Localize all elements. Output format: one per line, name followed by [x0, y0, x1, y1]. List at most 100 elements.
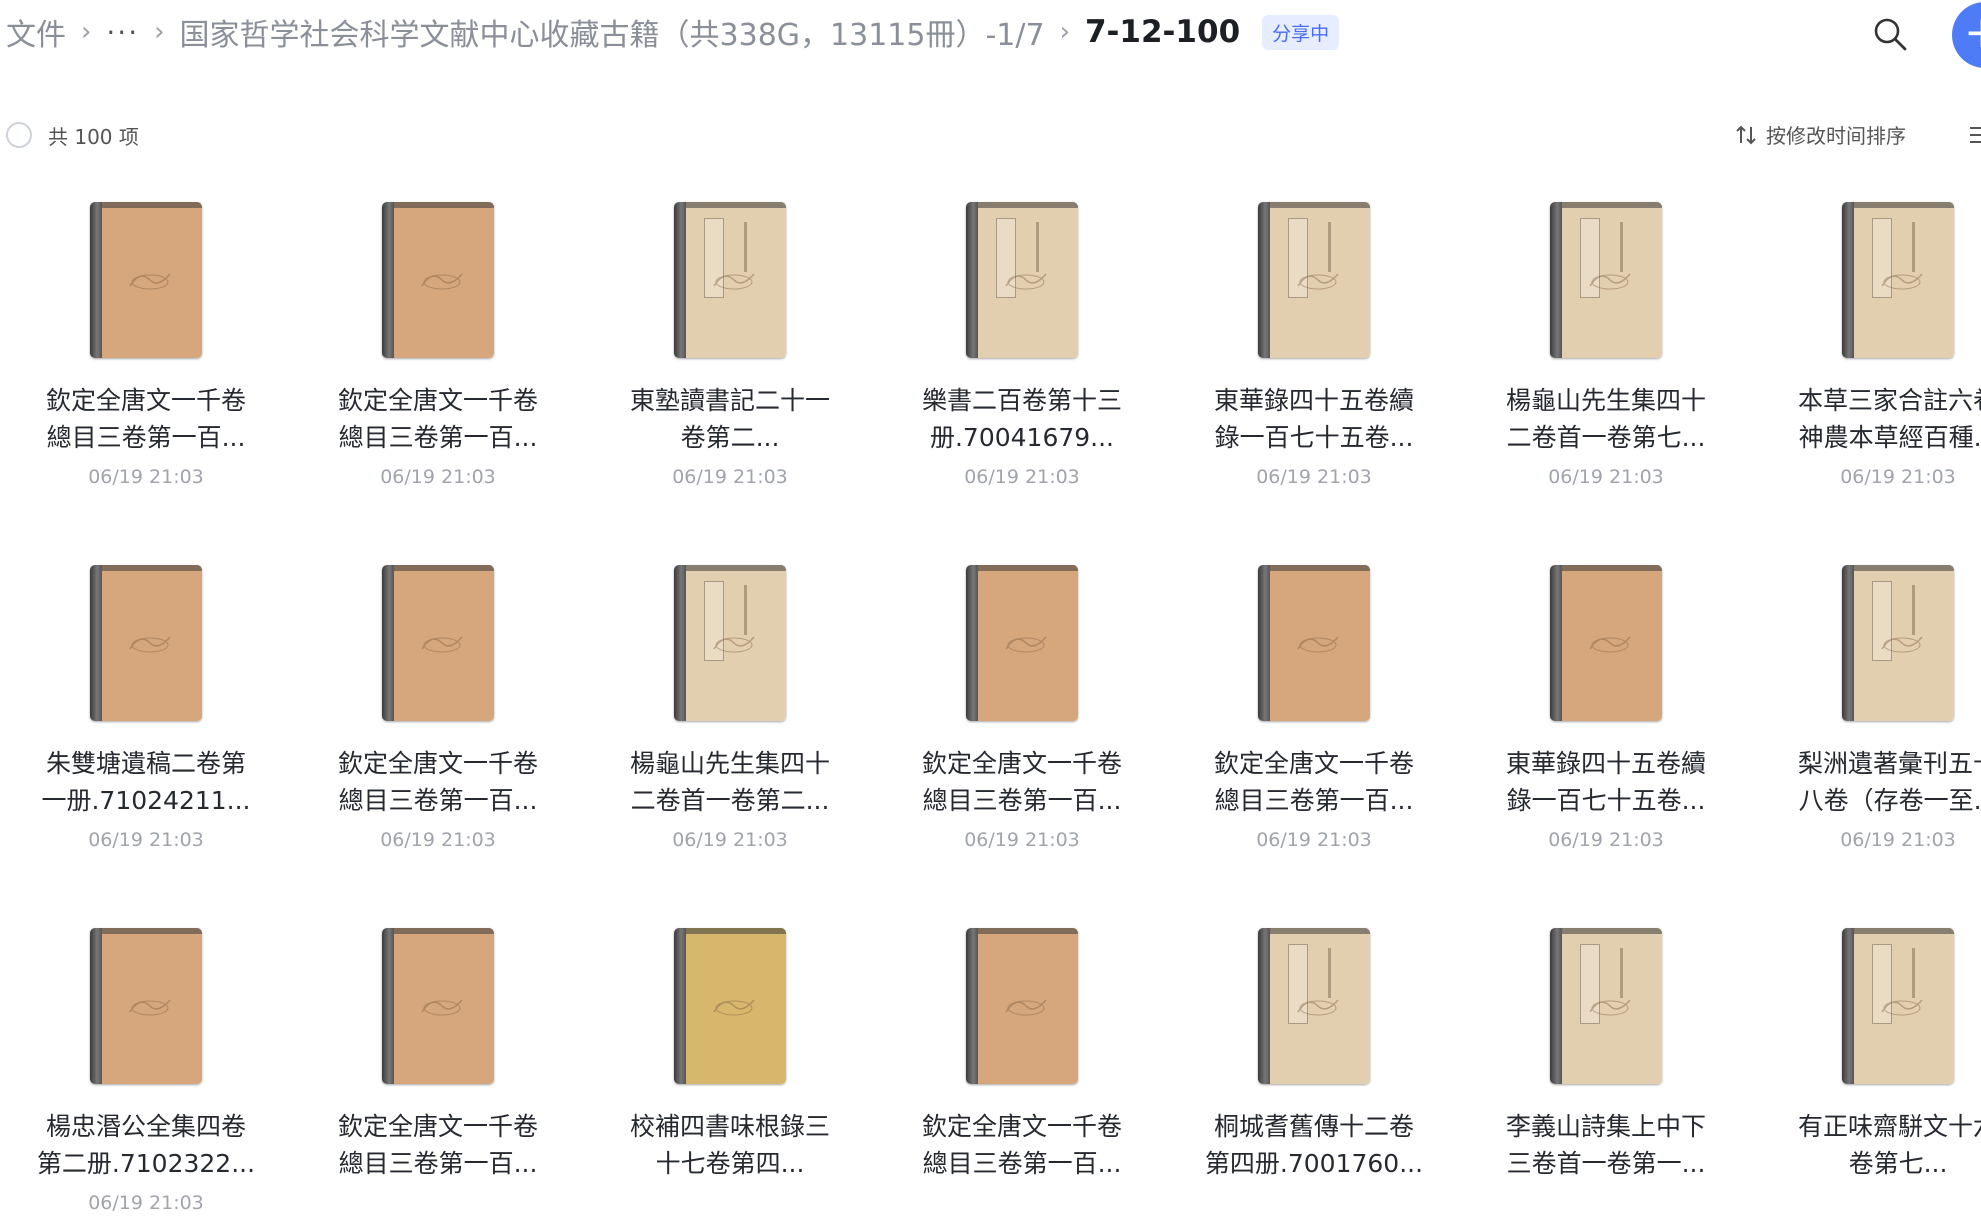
file-name-line: 欽定全唐文一千卷 [921, 749, 1122, 778]
file-name: 欽定全唐文一千卷 總目三卷第一百... [1168, 745, 1460, 819]
file-card[interactable]: 楊龜山先生集四十 二卷首一卷第七... 06/19 21:03 [1460, 196, 1752, 496]
file-card[interactable]: 朱雙塘遺稿二卷第 一册.71024211... 06/19 21:03 [0, 559, 292, 859]
file-card[interactable]: 楊忠湣公全集四卷 第二册.7102322... 06/19 21:03 [0, 922, 292, 1222]
file-name-line: 錄一百七十五卷... [1506, 786, 1706, 815]
file-name-line: 總目三卷第一百... [338, 786, 538, 815]
book-cover-thumbnail [966, 928, 1078, 1084]
file-name-line: 錄一百七十五卷... [1214, 423, 1414, 452]
book-cover-thumbnail [1842, 202, 1954, 358]
modified-time: 06/19 21:03 [1548, 829, 1664, 851]
breadcrumb-ellipsis[interactable]: ··· [106, 16, 139, 49]
book-cover-thumbnail [674, 202, 786, 358]
file-card[interactable]: 欽定全唐文一千卷 總目三卷第一百... 06/19 21:03 [876, 559, 1168, 859]
file-name-line: 第二册.7102322... [36, 1149, 256, 1178]
list-view-icon[interactable] [1968, 124, 1981, 146]
file-name-line: 東華錄四十五卷續 [1505, 749, 1706, 778]
file-name-line: 梨洲遺著彙刊五十 [1797, 749, 1981, 778]
book-cover-thumbnail [90, 202, 202, 358]
file-name-line: 欽定全唐文一千卷 [337, 386, 538, 415]
file-card[interactable]: 梨洲遺著彙刊五十 八卷（存卷一至... 06/19 21:03 [1752, 559, 1981, 859]
file-name-line: 總目三卷第一百... [1214, 786, 1414, 815]
file-name: 楊龜山先生集四十 二卷首一卷第七... [1460, 382, 1752, 456]
file-card[interactable]: 東華錄四十五卷續 錄一百七十五卷... 06/19 21:03 [1168, 196, 1460, 496]
book-cover-thumbnail [1550, 565, 1662, 721]
total-count: 共 100 项 [48, 125, 139, 149]
sort-button[interactable]: 按修改时间排序 [1734, 120, 1906, 149]
breadcrumb-parent[interactable]: 国家哲学社会科学文献中心收藏古籍（共338G，13115冊）-1/7 [180, 10, 1045, 54]
file-card[interactable]: 欽定全唐文一千卷 總目三卷第一百... 06/19 21:03 [292, 559, 584, 859]
book-cover-thumbnail [382, 565, 494, 721]
file-card[interactable]: 李義山詩集上中下 三卷首一卷第一... [1460, 922, 1752, 1222]
file-name: 樂書二百卷第十三 册.70041679... [876, 382, 1168, 456]
file-card[interactable]: 本草三家合註六卷 神農本草經百種... 06/19 21:03 [1752, 196, 1981, 496]
file-name-line: 有正味齋駢文十六 [1797, 1112, 1981, 1141]
add-button[interactable]: + [1952, 2, 1981, 68]
file-name-line: 樂書二百卷第十三 [921, 386, 1122, 415]
file-name: 欽定全唐文一千卷 總目三卷第一百... [0, 382, 292, 456]
file-name-line: 三卷首一卷第一... [1506, 1149, 1706, 1178]
book-cover-thumbnail [1842, 565, 1954, 721]
file-card[interactable]: 桐城耆舊傳十二卷 第四册.7001760... [1168, 922, 1460, 1222]
file-name: 本草三家合註六卷 神農本草經百種... [1752, 382, 1981, 456]
file-name-line: 總目三卷第一百... [46, 423, 246, 452]
book-cover-thumbnail [1258, 565, 1370, 721]
file-card[interactable]: 欽定全唐文一千卷 總目三卷第一百... [292, 922, 584, 1222]
file-name-line: 東塾讀書記二十一 [629, 386, 830, 415]
file-name-line: 李義山詩集上中下 [1505, 1112, 1706, 1141]
modified-time: 06/19 21:03 [1256, 829, 1372, 851]
chevron-right-icon: › [81, 17, 92, 47]
file-card[interactable]: 有正味齋駢文十六卷第七... [1752, 922, 1981, 1222]
file-card[interactable]: 楊龜山先生集四十 二卷首一卷第二... 06/19 21:03 [584, 559, 876, 859]
modified-time: 06/19 21:03 [1548, 466, 1664, 488]
file-name: 東華錄四十五卷續 錄一百七十五卷... [1168, 382, 1460, 456]
sort-arrows-icon [1736, 125, 1756, 144]
modified-time: 06/19 21:03 [88, 1192, 204, 1214]
file-card[interactable]: 欽定全唐文一千卷 總目三卷第一百... 06/19 21:03 [1168, 559, 1460, 859]
file-name: 校補四書味根錄三 十七卷第四... [584, 1108, 876, 1182]
file-name: 桐城耆舊傳十二卷 第四册.7001760... [1168, 1108, 1460, 1182]
book-cover-thumbnail [382, 202, 494, 358]
file-name-line: 總目三卷第一百... [922, 786, 1122, 815]
file-card[interactable]: 欽定全唐文一千卷 總目三卷第一百... 06/19 21:03 [0, 196, 292, 496]
file-name-line: 欽定全唐文一千卷 [1213, 749, 1414, 778]
top-bar: 文件 › ··· › 国家哲学社会科学文献中心收藏古籍（共338G，13115冊… [0, 0, 1981, 68]
file-name-line: 二卷首一卷第二... [630, 786, 830, 815]
file-name-line: 欽定全唐文一千卷 [45, 386, 246, 415]
file-card[interactable]: 欽定全唐文一千卷 總目三卷第一百... [876, 922, 1168, 1222]
file-name-line: 楊忠湣公全集四卷 [45, 1112, 246, 1141]
search-icon[interactable] [1872, 16, 1908, 52]
file-card[interactable]: 校補四書味根錄三 十七卷第四... [584, 922, 876, 1222]
file-name-line: 欽定全唐文一千卷 [337, 1112, 538, 1141]
file-name: 欽定全唐文一千卷 總目三卷第一百... [876, 745, 1168, 819]
chevron-right-icon: › [1059, 17, 1070, 47]
file-name-line: 東華錄四十五卷續 [1213, 386, 1414, 415]
breadcrumb: 文件 › ··· › 国家哲学社会科学文献中心收藏古籍（共338G，13115冊… [6, 10, 1340, 54]
file-name-line: 卷第七... [1848, 1149, 1948, 1178]
file-card[interactable]: 欽定全唐文一千卷 總目三卷第一百... 06/19 21:03 [292, 196, 584, 496]
file-name-line: 楊龜山先生集四十 [1505, 386, 1706, 415]
modified-time: 06/19 21:03 [88, 466, 204, 488]
modified-time: 06/19 21:03 [1840, 829, 1956, 851]
file-name-line: 桐城耆舊傳十二卷 [1213, 1112, 1414, 1141]
file-name: 楊忠湣公全集四卷 第二册.7102322... [0, 1108, 292, 1182]
book-cover-thumbnail [1842, 928, 1954, 1084]
file-card[interactable]: 東塾讀書記二十一 卷第二... 06/19 21:03 [584, 196, 876, 496]
sort-label: 按修改时间排序 [1766, 124, 1906, 148]
select-all-checkbox[interactable] [6, 122, 32, 148]
book-cover-thumbnail [90, 565, 202, 721]
file-name-line: 總目三卷第一百... [922, 1149, 1122, 1178]
file-name: 梨洲遺著彙刊五十 八卷（存卷一至... [1752, 745, 1981, 819]
breadcrumb-root[interactable]: 文件 [6, 10, 66, 54]
book-cover-thumbnail [90, 928, 202, 1084]
file-card[interactable]: 東華錄四十五卷續 錄一百七十五卷... 06/19 21:03 [1460, 559, 1752, 859]
breadcrumb-current: 7-12-100 [1084, 14, 1241, 50]
book-cover-thumbnail [1550, 928, 1662, 1084]
file-name-line: 册.70041679... [929, 423, 1115, 452]
modified-time: 06/19 21:03 [1256, 466, 1372, 488]
modified-time: 06/19 21:03 [88, 829, 204, 851]
file-card[interactable]: 樂書二百卷第十三 册.70041679... 06/19 21:03 [876, 196, 1168, 496]
modified-time: 06/19 21:03 [380, 466, 496, 488]
book-cover-thumbnail [1258, 928, 1370, 1084]
book-cover-thumbnail [1550, 202, 1662, 358]
file-name-line: 楊龜山先生集四十 [629, 749, 830, 778]
